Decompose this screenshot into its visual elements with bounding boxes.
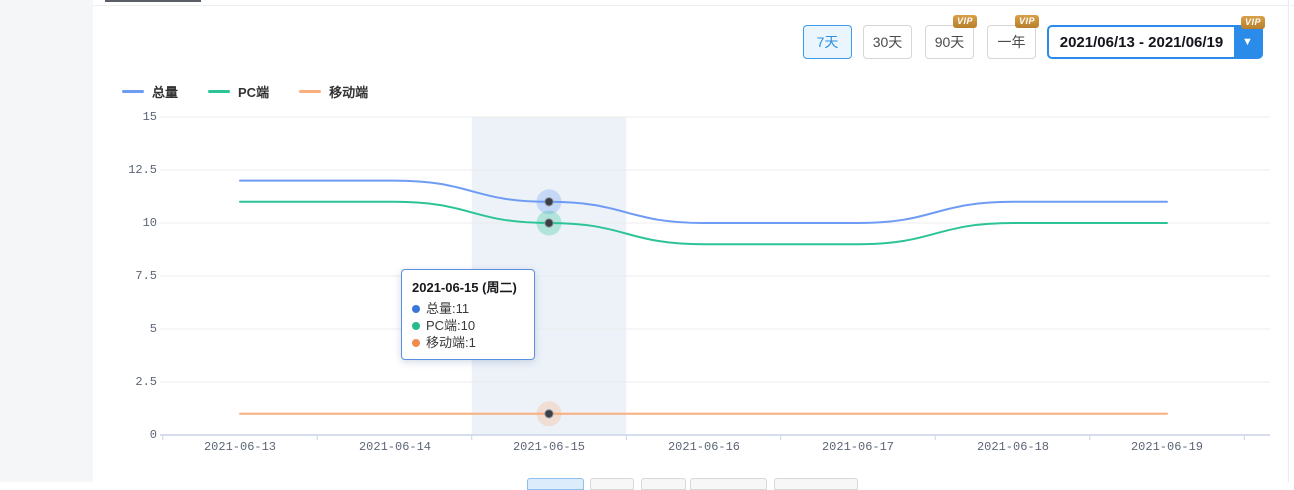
- tooltip-row-mobile: 移动端:1: [412, 334, 524, 351]
- range-button-30d[interactable]: 30天: [863, 25, 912, 59]
- legend-line-marker: [299, 90, 321, 93]
- chart-tooltip: 2021-06-15 (周二) 总量:11 PC端:10 移动端:1: [401, 269, 535, 360]
- top-divider: [93, 5, 1294, 6]
- x-axis-label: 2021-06-13: [175, 440, 305, 454]
- tooltip-row-text: 总量:11: [426, 300, 469, 317]
- x-axis-label: 2021-06-15: [484, 440, 614, 454]
- range-button-90d[interactable]: 90天 VIP: [925, 25, 974, 59]
- vip-badge: VIP: [953, 15, 977, 28]
- y-axis-label: 12.5: [100, 163, 157, 177]
- range-button-90d-label: 90天: [935, 32, 965, 52]
- card-right-border: [1288, 0, 1289, 482]
- tooltip-row-pc: PC端:10: [412, 317, 524, 334]
- legend-label: 总量: [152, 82, 178, 101]
- y-axis-label: 15: [100, 110, 157, 124]
- line-chart-plot[interactable]: [0, 0, 1294, 482]
- y-axis-label: 2.5: [100, 375, 157, 389]
- bottom-tab-stub[interactable]: [590, 478, 634, 490]
- legend-item-total[interactable]: 总量: [122, 82, 178, 101]
- legend-line-marker: [208, 90, 230, 93]
- x-axis-label: 2021-06-18: [948, 440, 1078, 454]
- bottom-tab-stub[interactable]: [641, 478, 686, 490]
- legend-item-mobile[interactable]: 移动端: [299, 82, 368, 101]
- vip-badge: VIP: [1241, 16, 1265, 29]
- x-axis-label: 2021-06-14: [330, 440, 460, 454]
- tooltip-row-text: PC端:10: [426, 317, 475, 334]
- range-button-7d-label: 7天: [817, 32, 839, 52]
- x-axis-label: 2021-06-17: [793, 440, 923, 454]
- x-axis-label: 2021-06-16: [639, 440, 769, 454]
- legend-item-pc[interactable]: PC端: [208, 82, 269, 101]
- tooltip-row-text: 移动端:1: [426, 334, 476, 351]
- y-axis-label: 7.5: [100, 269, 157, 283]
- tooltip-row-total: 总量:11: [412, 300, 524, 317]
- range-button-30d-label: 30天: [873, 32, 903, 52]
- y-axis-label: 10: [100, 216, 157, 230]
- y-axis-label: 0: [100, 428, 157, 442]
- chevron-down-icon[interactable]: ▼: [1234, 27, 1261, 57]
- date-range-value: 2021/06/13 - 2021/06/19: [1049, 27, 1234, 57]
- legend-label: PC端: [238, 82, 269, 101]
- x-axis-label: 2021-06-19: [1102, 440, 1232, 454]
- bottom-tab-stub[interactable]: [690, 478, 767, 490]
- left-sidebar: [0, 0, 93, 482]
- bottom-tab-stub[interactable]: [774, 478, 858, 490]
- cutoff-header-fragment: [105, 0, 201, 2]
- range-button-1y-label: 一年: [998, 32, 1026, 52]
- series-dot-icon: [412, 322, 420, 330]
- range-button-7d[interactable]: 7天: [803, 25, 852, 59]
- range-button-1y[interactable]: 一年 VIP: [987, 25, 1036, 59]
- bottom-tab-stub[interactable]: [527, 478, 584, 490]
- chart-legend: 总量 PC端 移动端: [122, 82, 368, 101]
- series-dot-icon: [412, 305, 420, 313]
- legend-label: 移动端: [329, 82, 368, 101]
- series-dot-icon: [412, 339, 420, 347]
- tooltip-date: 2021-06-15 (周二): [412, 277, 524, 296]
- date-range-picker[interactable]: 2021/06/13 - 2021/06/19 ▼ VIP: [1047, 25, 1263, 59]
- y-axis-label: 5: [100, 322, 157, 336]
- vip-badge: VIP: [1015, 15, 1039, 28]
- legend-line-marker: [122, 90, 144, 93]
